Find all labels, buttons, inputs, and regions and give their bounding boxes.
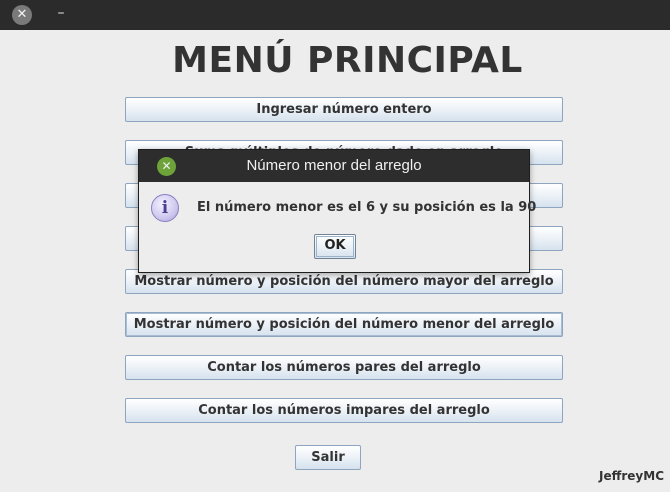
dialog-close-icon[interactable]: ✕ (157, 157, 176, 176)
count-even-button[interactable]: Contar los números pares del arreglo (125, 355, 563, 380)
dialog-title: Número menor del arreglo (246, 157, 422, 174)
page-title: MENÚ PRINCIPAL (172, 40, 523, 81)
window-minimize-icon[interactable]: – (54, 3, 68, 23)
message-dialog: Número menor del arreglo ✕ i El número m… (138, 149, 536, 273)
info-icon: i (151, 194, 179, 222)
window-close-icon[interactable]: ✕ (12, 5, 32, 25)
window-titlebar: ✕ – (0, 0, 670, 30)
dialog-message: El número menor es el 6 y su posición es… (197, 200, 537, 215)
enter-number-button[interactable]: Ingresar número entero (125, 97, 563, 122)
exit-button[interactable]: Salir (295, 445, 361, 470)
ok-button[interactable]: OK (314, 234, 356, 259)
author-credit: JeffreyMC (599, 469, 664, 483)
count-odd-button[interactable]: Contar los números impares del arreglo (125, 398, 563, 423)
dialog-titlebar: Número menor del arreglo ✕ (139, 150, 529, 182)
show-min-button[interactable]: Mostrar número y posición del número men… (125, 312, 563, 337)
